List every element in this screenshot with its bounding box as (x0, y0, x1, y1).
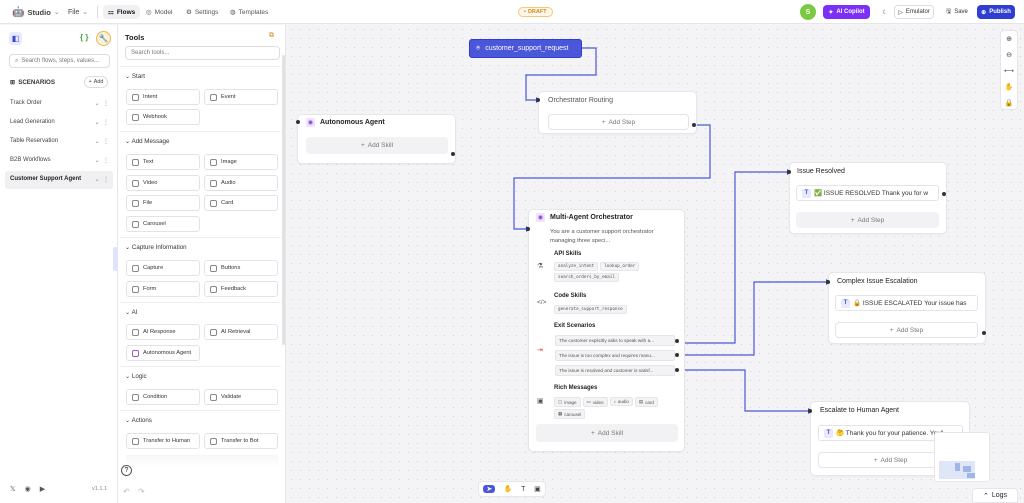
agent-icon: ◉ (306, 118, 315, 127)
card-icon: ▤ (638, 399, 644, 404)
rich-chip[interactable]: ▦ carousel (554, 409, 586, 419)
input-port[interactable] (296, 120, 300, 124)
exit-icon: ⇥ (537, 347, 543, 354)
output-port[interactable] (675, 368, 679, 372)
resolved-add-step[interactable]: + Add Step (796, 212, 939, 228)
zoom-in-icon[interactable]: ⊕ (1001, 31, 1017, 47)
trigger-node[interactable]: ⍟ customer_support_request (469, 39, 582, 58)
api-icon: ⚗ (537, 263, 544, 270)
agent-title: Autonomous Agent (320, 119, 385, 126)
code-skills-title: Code Skills (554, 293, 587, 299)
human-title: Escalate to Human Agent (820, 407, 899, 414)
canvas-toolbar: ➤ ✋ T ▣ (478, 481, 546, 497)
api-skills-title: API Skills (554, 251, 582, 257)
exit-scenario[interactable]: The issue is too complex and requires ma… (555, 350, 675, 361)
text-icon: T (841, 298, 850, 308)
audio-icon: ♪ (613, 399, 616, 404)
input-port[interactable] (787, 170, 791, 174)
plus-icon: + (850, 216, 855, 224)
skill-tag[interactable]: generate_support_response (554, 305, 627, 314)
input-port[interactable] (536, 98, 540, 102)
skill-tag[interactable]: search_orders_by_email (554, 273, 619, 282)
minimap-node (967, 473, 975, 478)
rich-chip[interactable]: ▤ card (634, 397, 658, 407)
plus-icon: + (590, 429, 595, 437)
orchestrator-title: Multi-Agent Orchestrator (550, 214, 633, 221)
exit-scenario[interactable]: The customer explicitly asks to speak wi… (555, 335, 675, 346)
fit-view-icon[interactable]: ⟷ (1001, 63, 1017, 79)
input-port[interactable] (808, 409, 812, 413)
routing-add-step[interactable]: + Add Step (548, 114, 689, 130)
image-icon: ▢ (558, 399, 563, 404)
text-icon: T (802, 188, 811, 198)
canvas-controls: ⊕ ⊖ ⟷ ✋ 🔒 (1000, 30, 1018, 110)
carousel-icon: ▦ (558, 411, 563, 416)
edge-exit-human (677, 369, 808, 412)
output-port[interactable] (675, 353, 679, 357)
plus-icon: + (889, 326, 894, 334)
code-icon: </> (537, 299, 547, 306)
hand-icon[interactable]: ✋ (1001, 79, 1017, 95)
minimap-node (955, 463, 960, 471)
rich-chip[interactable]: ▢ image (554, 397, 581, 407)
rich-message-icon: ▣ (537, 398, 544, 405)
output-port[interactable] (451, 152, 455, 156)
resolved-title: Issue Resolved (797, 168, 845, 175)
hand-tool-icon[interactable]: ✋ (504, 485, 513, 493)
logs-button[interactable]: ⌃ Logs (972, 488, 1018, 503)
edge-exit-escalation (677, 281, 826, 356)
plus-icon: + (601, 118, 606, 126)
routing-title: Orchestrator Routing (548, 97, 613, 104)
escalation-message[interactable]: T 🔒 ISSUE ESCALATED Your issue has (835, 295, 978, 311)
orchestrator-add-skill[interactable]: + Add Skill (536, 424, 678, 442)
edge-exit-resolved (677, 171, 787, 344)
chevron-up-icon: ⌃ (982, 492, 989, 500)
agent-add-skill[interactable]: + Add Skill (306, 137, 448, 154)
zoom-out-icon[interactable]: ⊖ (1001, 47, 1017, 63)
escalation-title: Complex Issue Escalation (837, 278, 918, 285)
escalation-add-step[interactable]: + Add Step (835, 322, 978, 338)
rich-messages-title: Rich Messages (554, 385, 598, 391)
text-tool-icon[interactable]: T (521, 486, 525, 493)
video-icon: ▭ (586, 399, 591, 404)
image-tool-icon[interactable]: ▣ (534, 485, 541, 493)
skill-tag[interactable]: analyze_intent (554, 262, 599, 271)
output-port[interactable] (982, 331, 986, 335)
input-port[interactable] (826, 280, 830, 284)
intent-icon: ⍟ (476, 44, 481, 52)
lock-icon[interactable]: 🔒 (1001, 95, 1017, 111)
exit-scenario[interactable]: The issue is resolved and customer is sa… (555, 365, 675, 376)
code-skill-tags: generate_support_response (554, 305, 674, 316)
rich-chip[interactable]: ▭ video (582, 397, 608, 407)
rich-message-chips: ▢ image ▭ video ♪ audio ▤ card ▦ carousel (554, 397, 674, 421)
plus-icon: + (873, 456, 878, 464)
agent-icon: ◉ (536, 213, 545, 222)
rich-chip[interactable]: ♪ audio (609, 397, 633, 406)
orchestrator-description: You are a customer support orchestrator … (550, 229, 654, 244)
minimap[interactable] (934, 432, 990, 482)
api-skill-tags: analyze_intent lookup_order search_orders_… (554, 262, 674, 284)
select-tool-icon[interactable]: ➤ (483, 485, 496, 493)
resolved-message[interactable]: T ✅ ISSUE RESOLVED Thank you for w (796, 185, 939, 201)
text-icon: T (824, 428, 833, 438)
exit-scenarios-title: Exit Scenarios (554, 323, 596, 329)
output-port[interactable] (675, 339, 679, 343)
plus-icon: + (360, 142, 365, 149)
output-port[interactable] (942, 192, 946, 196)
minimap-node (963, 466, 971, 472)
skill-tag[interactable]: lookup_order (600, 262, 640, 271)
output-port[interactable] (692, 123, 696, 127)
input-port[interactable] (526, 227, 530, 231)
